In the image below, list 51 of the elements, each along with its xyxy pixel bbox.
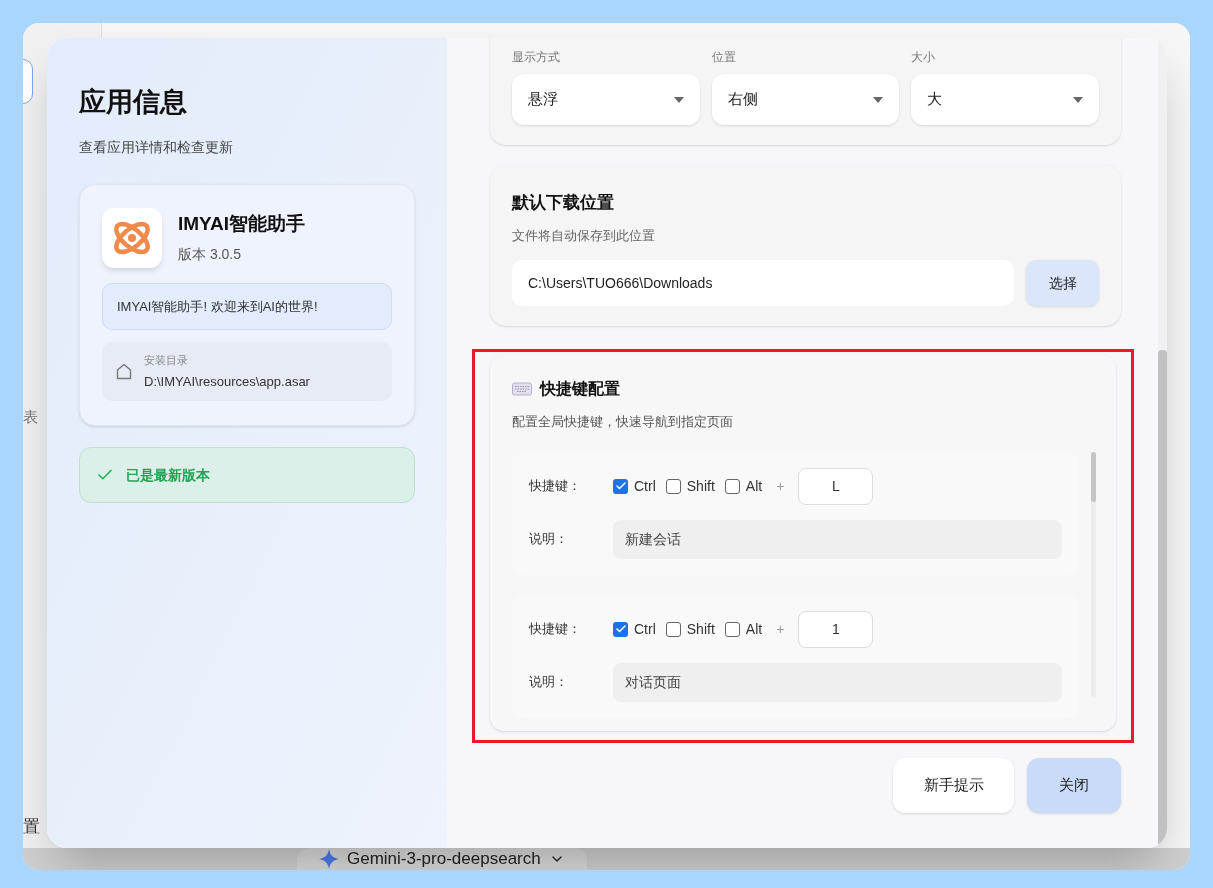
dialog-button[interactable]: 新手提示 <box>893 758 1014 813</box>
select-label: 大小 <box>911 49 937 66</box>
select-dropdown[interactable]: 大 <box>911 74 1099 125</box>
dropdown-caret-icon <box>1073 96 1083 103</box>
dropdown-caret-icon <box>873 96 884 103</box>
section-subtitle: 文件将自动保存到此位置 <box>512 226 656 245</box>
choose-button[interactable]: 选择 <box>1026 260 1099 306</box>
dialog-title: 应用信息 <box>79 86 188 119</box>
checkmark-icon <box>614 623 627 635</box>
section-subtitle: 配置全局快捷键，快速导航到指定页面 <box>512 413 734 431</box>
sparkle-icon <box>319 849 339 869</box>
select-dropdown[interactable]: 右侧 <box>711 74 900 125</box>
modifier-checkbox[interactable]: Alt <box>724 618 763 640</box>
modifier-checkbox[interactable]: Ctrl <box>613 618 656 640</box>
dropdown-caret-icon <box>673 96 684 103</box>
select-label: 显示方式 <box>512 49 561 66</box>
section-title: 默认下载位置 <box>512 192 615 214</box>
key-input[interactable]: 1 <box>798 610 874 648</box>
app-logo-icon <box>102 207 162 268</box>
select-label: 位置 <box>711 49 737 66</box>
dialog-button[interactable]: 关闭 <box>1027 758 1121 813</box>
shortcut-label: 快捷键： <box>529 477 582 496</box>
model-selector[interactable]: Gemini-3-pro-deepsearch <box>297 848 587 870</box>
welcome-message: IMYAI智能助手! 欢迎来到AI的世界! <box>102 282 392 330</box>
modifier-checkbox[interactable]: Ctrl <box>613 475 656 497</box>
modifier-checkbox[interactable]: Shift <box>665 475 715 497</box>
key-input[interactable]: L <box>798 467 874 505</box>
app-version: 版本 3.0.5 <box>178 245 243 265</box>
sidebar-text: 表 <box>23 407 39 427</box>
scrollbar-thumb[interactable] <box>1091 451 1096 502</box>
modifier-checkbox[interactable]: Shift <box>665 618 715 640</box>
description-field[interactable]: 新建会话 <box>613 519 1062 559</box>
section-title: 快捷键配置 <box>540 379 620 399</box>
keyboard-icon <box>512 382 532 396</box>
select-dropdown[interactable]: 悬浮 <box>512 74 700 125</box>
description-field[interactable]: 对话页面 <box>613 662 1062 702</box>
app-name: IMYAI智能助手 <box>178 211 306 236</box>
shortcut-label: 快捷键： <box>529 620 582 639</box>
plus-sign: + <box>776 476 785 496</box>
description-label: 说明： <box>529 530 569 549</box>
download-path-field[interactable]: C:\Users\TUO666\Downloads <box>512 260 1014 306</box>
update-status-banner: 已是最新版本 <box>79 447 415 503</box>
dialog-subtitle: 查看应用详情和检查更新 <box>79 137 234 157</box>
plus-sign: + <box>776 619 785 639</box>
home-icon <box>116 363 132 380</box>
modifier-checkbox[interactable]: Alt <box>724 475 763 497</box>
sidebar-text: 置 <box>23 815 41 838</box>
description-label: 说明： <box>529 673 569 692</box>
install-directory-label: 安装目录 <box>144 353 189 368</box>
install-directory-path: D:\IMYAI\resources\app.asar <box>144 372 310 391</box>
checkmark-icon <box>614 480 627 492</box>
